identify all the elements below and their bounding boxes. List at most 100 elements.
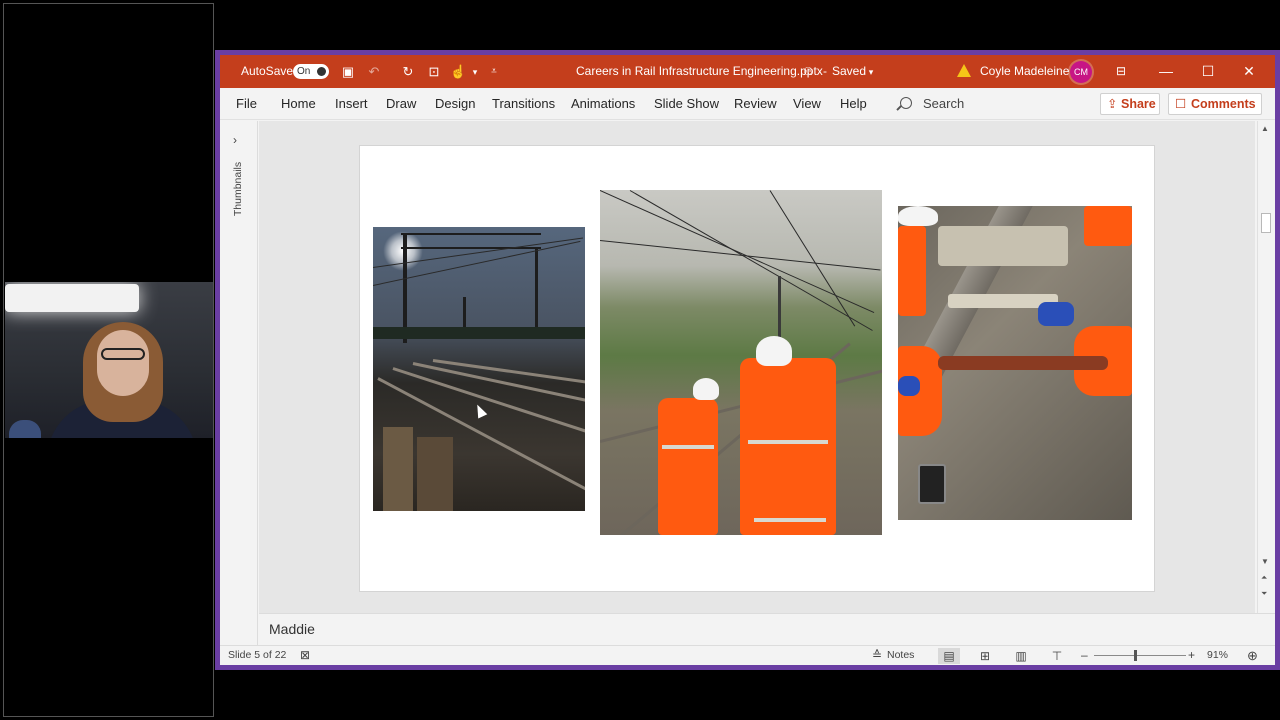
participant-webcam-feed [5,282,213,438]
undo-icon[interactable]: ↶ [366,64,382,80]
tab-design[interactable]: Design [435,88,475,120]
warning-icon[interactable] [957,64,971,77]
comments-label: Comments [1191,97,1256,111]
slide-sorter-icon[interactable]: ⊞ [974,648,996,664]
save-icon[interactable]: ▣ [340,64,356,80]
worker-helmet [898,206,938,226]
rail-bond-cable [938,356,1108,370]
touch-mode-icon[interactable]: ☝ [450,64,466,80]
close-icon[interactable]: ✕ [1228,55,1270,88]
video-call-panel [3,3,214,717]
autosave-toggle[interactable]: On [293,64,329,79]
comments-button[interactable]: ☐ Comments [1168,93,1262,115]
save-status[interactable]: Saved [832,55,866,88]
rail-clamp-tool [938,226,1068,266]
title-bar: AutoSave On ▣ ↶ ↻ ⊡ ☝ ▾ ⩡ Careers in Rai… [220,55,1275,88]
ribbon-tabs: File Home Insert Draw Design Transitions… [220,88,1275,120]
comment-icon: ☐ [1175,97,1187,111]
worker-hi-vis [740,358,836,535]
autosave-state: On [297,66,311,77]
gantry-pole [535,247,538,327]
current-slide[interactable] [359,145,1155,592]
test-meter-device [918,464,946,504]
speaker-notes-text[interactable]: Maddie [269,614,315,644]
thumbnails-label[interactable]: Thumbnails [232,157,244,221]
rail-maintenance-photo[interactable] [898,206,1132,520]
status-bar: Slide 5 of 22 ⊠ ≙ Notes ▤ ⊞ ▥ ⊤ – + 91% … [220,645,1275,665]
document-title: Careers in Rail Infrastructure Engineeri… [576,64,823,78]
reading-view-icon[interactable]: ▥ [1010,648,1032,664]
wooden-sleeper [383,427,413,511]
previous-slide-icon[interactable]: ⏶ [1261,573,1267,583]
reflective-stripe [754,518,826,522]
share-label: Share [1121,97,1156,111]
search-box[interactable]: Search [923,88,964,120]
tab-animations[interactable]: Animations [571,88,635,120]
tab-file[interactable]: File [236,88,257,120]
track-workers-photo[interactable] [600,190,882,535]
notes-icon[interactable]: ≙ [872,646,882,666]
worker-arm-hi-vis [1084,206,1132,246]
tab-home[interactable]: Home [281,88,316,120]
search-icon[interactable] [900,97,912,109]
redo-icon[interactable]: ↻ [400,64,416,80]
toggle-knob [317,67,326,76]
worker-helmet [756,336,792,366]
microphone-shape [9,420,41,438]
user-avatar[interactable]: CM [1070,61,1092,83]
scroll-down-icon[interactable]: ▼ [1261,557,1269,566]
zoom-slider-thumb[interactable] [1134,650,1137,661]
tab-help[interactable]: Help [840,88,867,120]
zoom-in-button[interactable]: + [1188,646,1195,666]
fit-to-window-icon[interactable]: ⊕ [1247,646,1258,666]
zoom-level[interactable]: 91% [1207,646,1228,666]
chevron-right-icon[interactable]: › [233,133,237,147]
tab-transitions[interactable]: Transitions [492,88,555,120]
maximize-icon[interactable]: ☐ [1187,55,1229,88]
normal-view-icon[interactable]: ▤ [938,648,960,664]
shared-icon: ⚇ [803,66,813,78]
share-button[interactable]: ⇪ Share [1100,93,1160,115]
ribbon-display-icon[interactable]: ⊟ [1100,55,1142,88]
railway-gantry-photo[interactable] [373,227,585,511]
tab-draw[interactable]: Draw [386,88,416,120]
participant-glasses [101,348,145,360]
wooden-sleeper [417,437,453,511]
zoom-slider-track[interactable] [1094,655,1186,656]
worker-hi-vis [658,398,718,535]
customize-toolbar-icon[interactable]: ⩡ [486,64,502,80]
thumbnails-pane[interactable]: › Thumbnails [220,121,258,649]
notes-button[interactable]: Notes [887,646,914,666]
tab-review[interactable]: Review [734,88,777,120]
autosave-label: AutoSave [241,64,294,78]
minimize-icon[interactable]: — [1145,55,1187,88]
next-slide-icon[interactable]: ⏷ [1261,589,1267,599]
worker-arm-hi-vis [898,226,926,316]
share-icon: ⇪ [1107,97,1118,111]
participant-face [97,330,149,396]
slide-editing-area [259,121,1255,613]
user-name[interactable]: Coyle Madeleine [980,55,1069,88]
scroll-up-icon[interactable]: ▲ [1261,124,1269,133]
vertical-scrollbar[interactable]: ▲ ▼ ⏶ ⏷ [1257,121,1273,613]
slide-indicator: Slide 5 of 22 [228,649,287,661]
slide-show-icon[interactable]: ⊤ [1046,648,1068,664]
tab-slide-show[interactable]: Slide Show [654,88,719,120]
scrollbar-thumb[interactable] [1261,213,1271,233]
blue-glove [1038,302,1074,326]
reflective-stripe [662,445,714,449]
worker-helmet [693,378,719,400]
tab-insert[interactable]: Insert [335,88,368,120]
overhead-wire [600,240,881,271]
overhead-wire [629,190,873,331]
speaker-notes-pane[interactable]: Maddie [259,613,1275,645]
tab-view[interactable]: View [793,88,821,120]
save-status-chevron-icon[interactable]: ▾ [863,64,879,80]
save-status-dash: - [823,64,827,78]
accessibility-icon[interactable]: ⊠ [300,646,310,666]
powerpoint-window: AutoSave On ▣ ↶ ↻ ⊡ ☝ ▾ ⩡ Careers in Rai… [215,50,1280,670]
touch-dropdown-icon[interactable]: ▾ [467,64,483,80]
zoom-out-button[interactable]: – [1081,646,1088,666]
present-icon[interactable]: ⊡ [426,64,442,80]
reflective-stripe [748,440,828,444]
